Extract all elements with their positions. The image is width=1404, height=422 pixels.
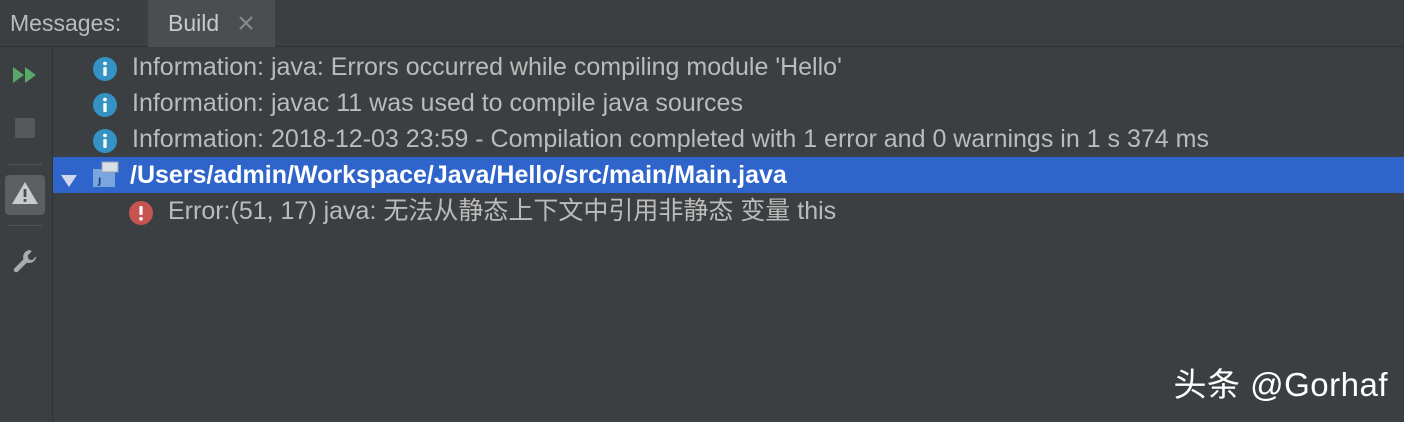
tab-build[interactable]: Build bbox=[148, 0, 275, 47]
file-path: /Users/admin/Workspace/Java/Hello/src/ma… bbox=[130, 161, 787, 189]
file-node-row[interactable]: J /Users/admin/Workspace/Java/Hello/src/… bbox=[53, 157, 1404, 193]
info-icon bbox=[93, 127, 117, 153]
rerun-button[interactable] bbox=[5, 57, 45, 97]
messages-label: Messages: bbox=[10, 10, 122, 36]
message-row-error[interactable]: Error:(51, 17) java: 无法从静态上下文中引用非静态 变量 t… bbox=[53, 193, 1404, 229]
tool-window-header: Messages: Build bbox=[0, 0, 1404, 47]
error-icon bbox=[129, 199, 153, 225]
toolbar-divider bbox=[8, 164, 42, 165]
double-play-icon bbox=[10, 63, 40, 92]
java-file-icon: J bbox=[91, 161, 121, 189]
message-row-info[interactable]: Information: java: Errors occurred while… bbox=[53, 49, 1404, 85]
stop-button[interactable] bbox=[5, 110, 45, 150]
info-icon bbox=[93, 55, 117, 81]
svg-text:J: J bbox=[97, 177, 101, 187]
warning-icon bbox=[11, 180, 39, 211]
show-warnings-toggle[interactable] bbox=[5, 175, 45, 215]
toolbar-divider bbox=[8, 225, 42, 226]
build-tool-window: Messages: Build Information: java: Error… bbox=[0, 0, 1404, 422]
stop-icon bbox=[14, 117, 36, 144]
message-row-info[interactable]: Information: 2018-12-03 23:59 - Compilat… bbox=[53, 121, 1404, 157]
message-text: Information: java: Errors occurred while… bbox=[132, 53, 842, 81]
chevron-down-icon[interactable] bbox=[59, 165, 79, 187]
watermark: 头条 @Gorhaf bbox=[1173, 366, 1388, 403]
message-text: Information: 2018-12-03 23:59 - Compilat… bbox=[132, 125, 1209, 153]
wrench-icon bbox=[11, 247, 39, 280]
settings-button[interactable] bbox=[5, 243, 45, 283]
message-row-info[interactable]: Information: javac 11 was used to compil… bbox=[53, 85, 1404, 121]
left-toolbar bbox=[0, 47, 53, 422]
message-text: Error:(51, 17) java: 无法从静态上下文中引用非静态 变量 t… bbox=[168, 197, 837, 225]
info-icon bbox=[93, 91, 117, 117]
tab-build-label: Build bbox=[168, 10, 220, 36]
close-icon[interactable] bbox=[237, 14, 255, 32]
message-text: Information: javac 11 was used to compil… bbox=[132, 89, 743, 117]
